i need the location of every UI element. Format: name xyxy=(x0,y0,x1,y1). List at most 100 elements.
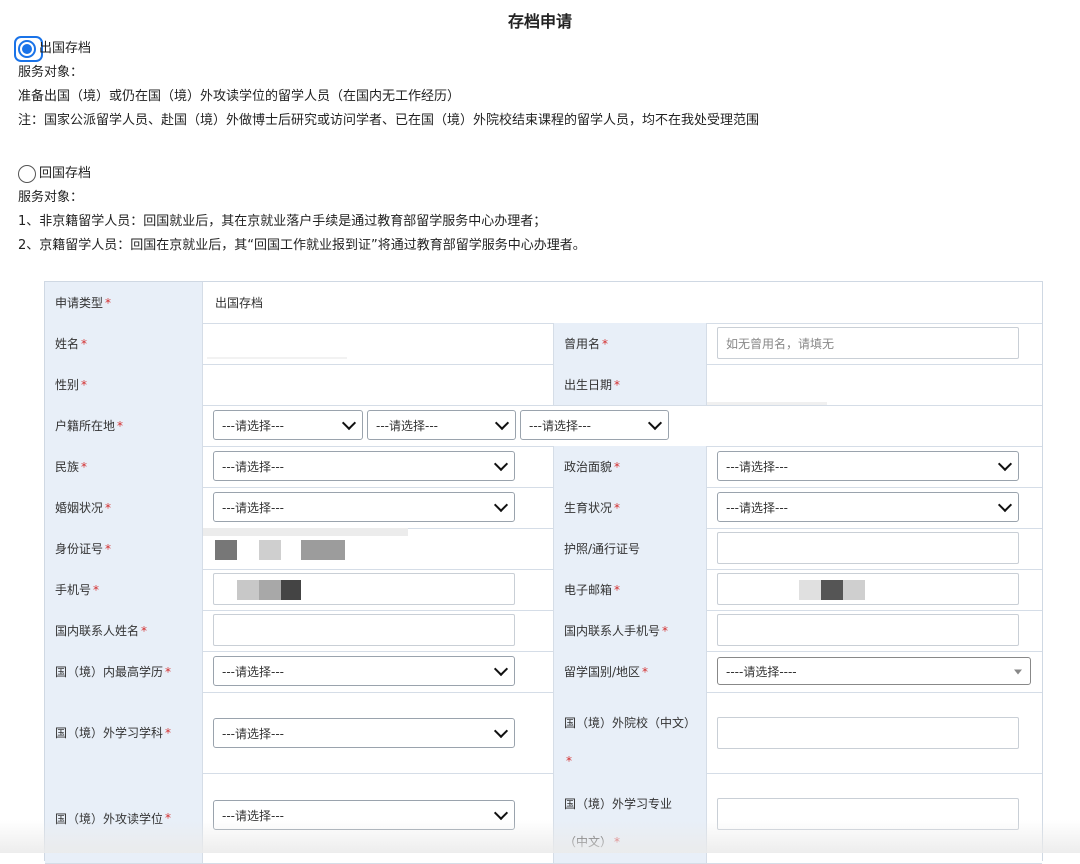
row-degree: 国（境）外攻读学位 * ---请选择--- 国（境）外学习专业（中文） * xyxy=(45,773,1042,864)
apply-type-label: 申请类型 * xyxy=(45,282,203,323)
contact-name-label: 国内联系人姓名 * xyxy=(45,610,203,651)
redacted-block xyxy=(799,580,821,600)
phone-cell xyxy=(203,569,553,610)
hukou-city-select[interactable]: ---请选择--- xyxy=(367,410,516,440)
foreign-subject-cell: ---请选择--- xyxy=(203,692,553,773)
return-item-1: 1、非京籍留学人员：回国就业后，其在京就业落户手续是通过教育部留学服务中心办理者… xyxy=(18,214,547,229)
hukou-district-select[interactable]: ---请选择--- xyxy=(520,410,669,440)
phone-label: 手机号 * xyxy=(45,569,203,610)
birth-date-value xyxy=(707,364,1042,405)
redacted-block xyxy=(281,580,301,600)
id-number-label: 身份证号 * xyxy=(45,528,203,569)
redacted-block xyxy=(237,580,259,600)
outbound-radio-label[interactable]: 出国存档 xyxy=(39,37,91,61)
row-subject: 国（境）外学习学科 * ---请选择--- 国（境）外院校（中文） * xyxy=(45,692,1042,774)
chevron-down-icon xyxy=(647,415,663,431)
option-return-section: 回国存档 服务对象： 1、非京籍留学人员：回国就业后，其在京就业落户手续是通过教… xyxy=(18,162,586,258)
row-gender: 性别 * 出生日期 * xyxy=(45,364,1042,406)
domestic-edu-label: 国（境）内最高学历 * xyxy=(45,651,203,692)
foreign-school-cell xyxy=(707,692,1042,773)
contact-phone-label: 国内联系人手机号 * xyxy=(553,610,707,651)
outbound-service-title: 服务对象： xyxy=(18,65,84,80)
foreign-major-input[interactable] xyxy=(717,798,1019,830)
former-name-input[interactable]: 如无曾用名，请填无 xyxy=(717,327,1019,359)
ethnicity-cell: ---请选择--- xyxy=(203,446,553,487)
redacted-block xyxy=(843,580,865,600)
hukou-province-select[interactable]: ---请选择--- xyxy=(213,410,363,440)
birth-date-label: 出生日期 * xyxy=(553,364,707,405)
foreign-major-cell xyxy=(707,773,1042,863)
chevron-down-icon xyxy=(493,723,509,739)
row-education: 国（境）内最高学历 * ---请选择--- 留学国别/地区 * ----请选择---… xyxy=(45,651,1042,693)
outbound-service-desc: 准备出国（境）或仍在国（境）外攻读学位的留学人员（在国内无工作经历） xyxy=(18,89,461,104)
chevron-down-icon xyxy=(493,661,509,677)
redacted-block xyxy=(215,540,237,560)
passport-label: 护照/通行证号 xyxy=(553,528,707,569)
row-phone: 手机号 * 电子邮箱 * xyxy=(45,569,1042,611)
political-label: 政治面貌 * xyxy=(553,446,707,487)
row-id-number: 身份证号 * 护照/通行证号 xyxy=(45,528,1042,570)
name-label: 姓名 * xyxy=(45,323,203,364)
row-name: 姓名 * 曾用名 * 如无曾用名，请填无 xyxy=(45,323,1042,365)
row-apply-type: 申请类型 * 出国存档 xyxy=(45,282,1042,324)
redacted-strip xyxy=(203,528,408,536)
chevron-down-icon xyxy=(341,415,357,431)
redacted-block xyxy=(259,540,281,560)
outbound-radio[interactable] xyxy=(18,40,36,58)
email-label: 电子邮箱 * xyxy=(553,569,707,610)
marital-label: 婚姻状况 * xyxy=(45,487,203,528)
hukou-selects: ---请选择--- ---请选择--- ---请选择--- xyxy=(203,405,1042,446)
ethnicity-label: 民族 * xyxy=(45,446,203,487)
row-contact: 国内联系人姓名 * 国内联系人手机号 * xyxy=(45,610,1042,652)
ethnicity-select[interactable]: ---请选择--- xyxy=(213,451,515,481)
foreign-subject-label: 国（境）外学习学科 * xyxy=(45,692,203,773)
fertility-label: 生育状况 * xyxy=(553,487,707,528)
contact-phone-input[interactable] xyxy=(717,614,1019,646)
foreign-subject-select[interactable]: ---请选择--- xyxy=(213,718,515,748)
hukou-label: 户籍所在地 * xyxy=(45,405,203,446)
archive-application-form: 申请类型 * 出国存档 姓名 * 曾用名 * 如无曾用名，请填无 性别 * 出生日期 * … xyxy=(44,281,1043,864)
redacted-block xyxy=(301,540,345,560)
passport-cell xyxy=(707,528,1042,569)
return-item-2: 2、京籍留学人员：回国在京就业后，其“回国工作就业报到证”将通过教育部留学服务中… xyxy=(18,238,586,253)
gender-value xyxy=(203,364,553,405)
name-value xyxy=(203,323,553,364)
domestic-edu-cell: ---请选择--- xyxy=(203,651,553,692)
foreign-school-input[interactable] xyxy=(717,717,1019,749)
id-number-cell xyxy=(203,528,553,569)
foreign-degree-select[interactable]: ---请选择--- xyxy=(213,800,515,830)
study-country-cell: ----请选择---- xyxy=(707,651,1042,692)
chevron-down-icon xyxy=(997,497,1013,513)
apply-type-value: 出国存档 xyxy=(215,296,264,310)
former-name-cell: 如无曾用名，请填无 xyxy=(707,323,1042,364)
chevron-down-icon xyxy=(493,456,509,472)
foreign-major-label: 国（境）外学习专业（中文） * xyxy=(553,773,707,863)
chevron-down-icon xyxy=(493,497,509,513)
former-name-label: 曾用名 * xyxy=(553,323,707,364)
return-radio-label[interactable]: 回国存档 xyxy=(39,162,91,186)
foreign-school-label: 国（境）外院校（中文） * xyxy=(553,692,707,773)
return-radio[interactable] xyxy=(18,165,36,183)
option-outbound-section: 出国存档 服务对象： 准备出国（境）或仍在国（境）外攻读学位的留学人员（在国内无… xyxy=(14,36,760,133)
caret-down-icon xyxy=(1014,669,1022,675)
passport-input[interactable] xyxy=(717,532,1019,564)
page-title: 存档申请 xyxy=(507,12,572,31)
outbound-note: 注：国家公派留学人员、赴国（境）外做博士后研究或访问学者、已在国（境）外院校结束… xyxy=(18,113,760,128)
outbound-radio-wrapper[interactable] xyxy=(14,36,43,62)
domestic-edu-select[interactable]: ---请选择--- xyxy=(213,656,515,686)
redacted-block xyxy=(821,580,843,600)
political-cell: ---请选择--- xyxy=(707,446,1042,487)
political-select[interactable]: ---请选择--- xyxy=(717,451,1019,481)
chevron-down-icon xyxy=(493,805,509,821)
contact-name-cell xyxy=(203,610,553,651)
return-service-title: 服务对象： xyxy=(18,190,84,205)
marital-cell: ---请选择--- xyxy=(203,487,553,528)
study-country-select[interactable]: ----请选择---- xyxy=(717,657,1031,685)
marital-select[interactable]: ---请选择--- xyxy=(213,492,515,522)
contact-name-input[interactable] xyxy=(213,614,515,646)
fertility-cell: ---请选择--- xyxy=(707,487,1042,528)
gender-label: 性别 * xyxy=(45,364,203,405)
fertility-select[interactable]: ---请选择--- xyxy=(717,492,1019,522)
row-hukou: 户籍所在地 * ---请选择--- ---请选择--- ---请选择--- xyxy=(45,405,1042,447)
email-input[interactable] xyxy=(717,573,1019,605)
